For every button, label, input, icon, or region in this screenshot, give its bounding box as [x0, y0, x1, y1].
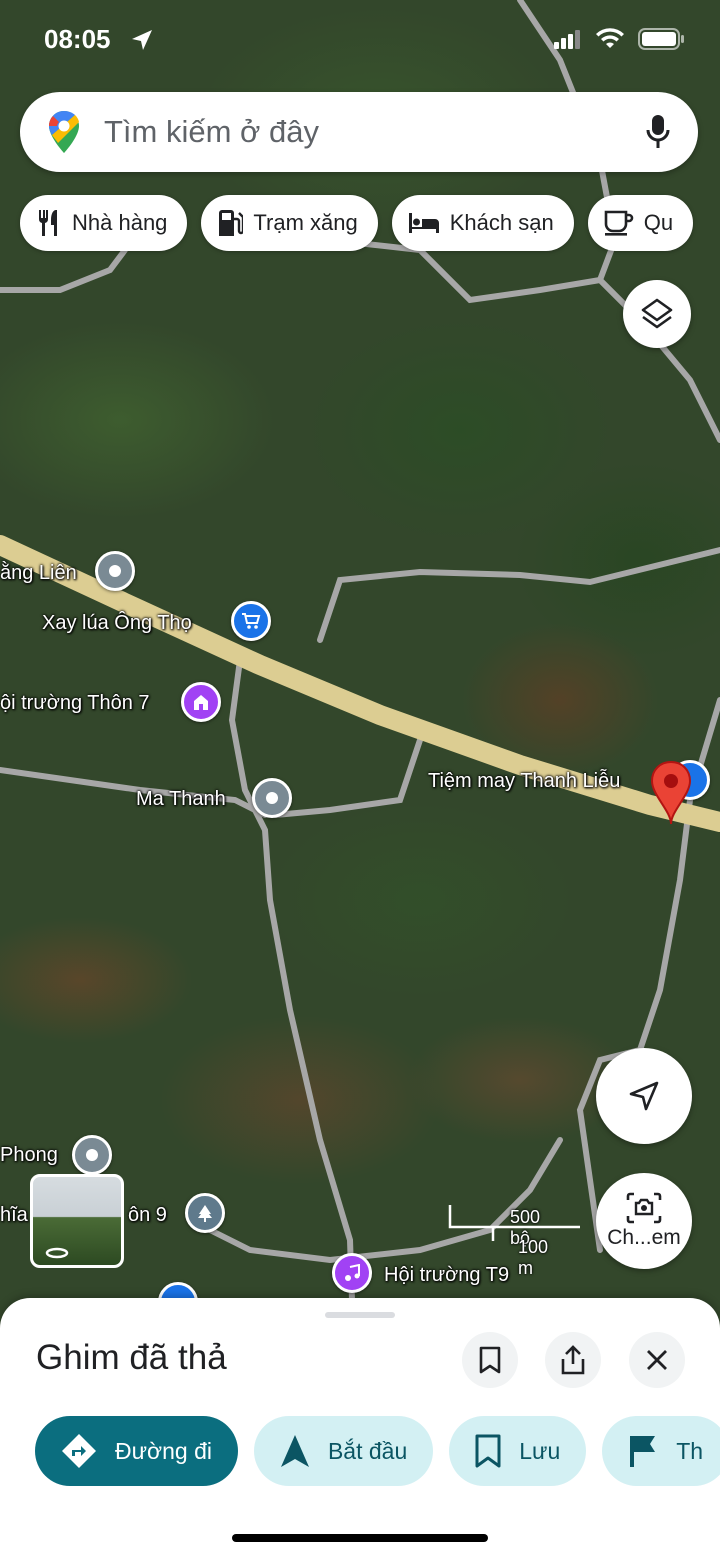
- directions-button[interactable]: Đường đi: [35, 1416, 238, 1486]
- google-maps-logo-icon: [49, 111, 79, 153]
- poi-label-phong[interactable]: Phong: [0, 1144, 58, 1167]
- dropped-pin-icon[interactable]: [650, 760, 692, 831]
- fork-knife-icon: [38, 210, 57, 236]
- layers-button[interactable]: [623, 280, 691, 348]
- signal-icon: [554, 30, 580, 49]
- save-button[interactable]: [462, 1332, 518, 1388]
- home-indicator[interactable]: [232, 1534, 488, 1542]
- chip-restaurants[interactable]: Nhà hàng: [20, 195, 188, 251]
- bookmark-icon: [479, 1346, 501, 1374]
- shopping-cart-pin-icon[interactable]: [231, 601, 271, 641]
- status-bar: 08:05: [0, 0, 720, 80]
- directions-label: Đường đi: [115, 1437, 212, 1464]
- coffee-cup-icon: [604, 210, 633, 236]
- street-view-thumbnail[interactable]: [30, 1174, 124, 1268]
- sheet-drag-handle[interactable]: [325, 1312, 395, 1318]
- chip-hotels[interactable]: Khách sạn: [391, 195, 574, 251]
- navigation-arrow-outline-icon: [629, 1081, 659, 1111]
- share-icon: [561, 1345, 585, 1375]
- wifi-icon: [596, 28, 624, 48]
- chip-coffee[interactable]: Qu: [587, 195, 694, 251]
- poi-label-thon9-right[interactable]: ôn 9: [128, 1204, 167, 1227]
- microphone-icon[interactable]: [646, 114, 670, 150]
- close-icon: [647, 1350, 667, 1370]
- building-pin-icon[interactable]: [181, 682, 221, 722]
- chip-gas-stations[interactable]: Trạm xăng: [201, 195, 378, 251]
- save-label: Lưu: [519, 1437, 561, 1464]
- poi-pin-ma-thanh[interactable]: [252, 778, 292, 818]
- label-button[interactable]: Th: [602, 1416, 720, 1486]
- bed-icon: [408, 213, 439, 233]
- poi-label-lang-lien[interactable]: ằng Liên: [0, 562, 77, 585]
- rotate-360-icon: [45, 1247, 69, 1259]
- poi-label-xay-lua[interactable]: Xay lúa Ông Thọ: [42, 612, 192, 635]
- my-location-button[interactable]: [596, 1048, 692, 1144]
- flag-icon: [630, 1436, 656, 1467]
- camera-scan-icon: [626, 1192, 662, 1224]
- close-button[interactable]: [629, 1332, 685, 1388]
- status-time: 08:05: [44, 24, 111, 54]
- start-button[interactable]: Bắt đầu: [253, 1416, 434, 1486]
- gas-pump-icon: [219, 210, 244, 236]
- navigation-arrow-icon: [280, 1435, 309, 1467]
- chip-label: Nhà hàng: [72, 210, 168, 235]
- poi-label-ma-thanh[interactable]: Ma Thanh: [136, 788, 226, 811]
- label-label: Th: [676, 1437, 704, 1464]
- scale-metric: 100 m: [518, 1237, 549, 1278]
- chip-label: Qu: [643, 210, 674, 235]
- save-action-button[interactable]: Lưu: [449, 1416, 587, 1486]
- street-view-label: Ch...em: [607, 1226, 681, 1249]
- chip-label: Trạm xăng: [253, 210, 358, 235]
- poi-label-thon9-left[interactable]: hĩa: [0, 1204, 28, 1227]
- poi-label-hoi-truong-t9[interactable]: Hội trường T9: [384, 1264, 509, 1287]
- chip-label: Khách sạn: [449, 210, 554, 235]
- layers-icon: [641, 298, 673, 329]
- poi-pin-phong[interactable]: [72, 1135, 112, 1175]
- bookmark-icon: [475, 1434, 501, 1468]
- directions-icon: [62, 1434, 96, 1468]
- battery-icon: [638, 28, 684, 50]
- poi-label-hoi-truong-7[interactable]: ội trường Thôn 7: [0, 692, 150, 715]
- share-button[interactable]: [545, 1332, 601, 1388]
- action-buttons: Đường đi Bắt đầu Lưu Th: [35, 1416, 720, 1486]
- poi-pin-lang-lien[interactable]: [95, 551, 135, 591]
- search-input[interactable]: Tìm kiếm ở đây: [104, 114, 646, 150]
- sheet-title: Ghim đã thả: [36, 1338, 227, 1377]
- street-view-button[interactable]: Ch...em: [596, 1173, 692, 1269]
- poi-label-tiem-may[interactable]: Tiệm may Thanh Liễu: [428, 770, 620, 793]
- location-arrow-icon: [132, 30, 152, 50]
- music-pin-icon[interactable]: [332, 1253, 372, 1293]
- bottom-sheet[interactable]: Ghim đã thả Đường đi Bắt đầu Lưu Th: [0, 1298, 720, 1559]
- start-label: Bắt đầu: [327, 1437, 408, 1464]
- search-bar[interactable]: Tìm kiếm ở đây: [20, 92, 698, 172]
- category-chips: Nhà hàng Trạm xăng Khách sạn Qu: [20, 195, 720, 251]
- tree-pin-icon[interactable]: [185, 1193, 225, 1233]
